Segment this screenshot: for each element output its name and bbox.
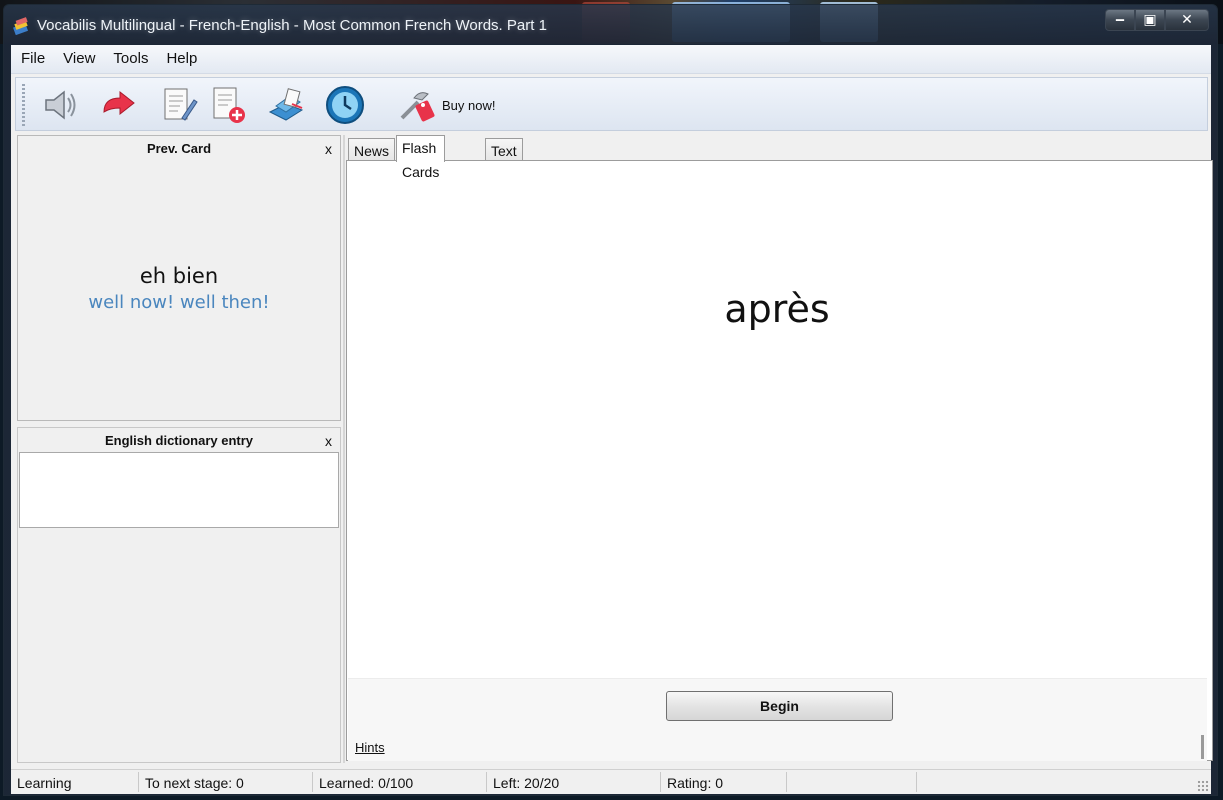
books-icon — [268, 88, 304, 121]
dictionary-close-button[interactable]: x — [325, 428, 332, 454]
dictionary-button[interactable] — [266, 84, 308, 126]
prev-card-translation: well now! well then! — [88, 292, 270, 313]
status-mode: Learning — [11, 772, 139, 792]
minimize-button[interactable]: ‒ — [1105, 9, 1135, 31]
status-empty-cell — [787, 772, 917, 792]
resize-grip[interactable] — [1197, 780, 1209, 792]
hints-link[interactable]: Hints — [355, 740, 385, 755]
maximize-button[interactable]: ▣ — [1135, 9, 1165, 31]
menu-view[interactable]: View — [55, 45, 103, 73]
arrow-icon — [103, 90, 135, 116]
close-icon: ✕ — [1181, 12, 1193, 28]
menu-bar: File View Tools Help — [11, 45, 1211, 74]
flash-card-panel: après Begin Hints — [346, 160, 1213, 761]
menu-tools[interactable]: Tools — [105, 45, 156, 73]
client-area: File View Tools Help Buy now! Prev. Card… — [11, 45, 1213, 794]
begin-button[interactable]: Begin — [666, 691, 893, 721]
add-card-button[interactable] — [208, 84, 250, 126]
menu-help[interactable]: Help — [158, 45, 205, 73]
next-button[interactable] — [98, 84, 140, 126]
prev-card-close-button[interactable]: x — [325, 136, 332, 162]
card-controls: Begin Hints — [348, 678, 1207, 761]
close-button[interactable]: ✕ — [1165, 9, 1209, 31]
window-controls: ‒ ▣ ✕ — [1105, 9, 1209, 31]
tab-flash-cards[interactable]: Flash Cards — [396, 135, 446, 180]
panel-splitter[interactable] — [343, 135, 345, 763]
status-left: Left: 20/20 — [487, 772, 661, 792]
speaker-icon — [45, 90, 76, 120]
buy-now-label: Buy now! — [442, 97, 496, 113]
status-rating: Rating: 0 — [661, 772, 787, 792]
tools-tag-icon — [400, 92, 435, 122]
tab-news[interactable]: News — [348, 138, 396, 161]
maximize-icon: ▣ — [1143, 12, 1157, 28]
status-next-stage: To next stage: 0 — [139, 772, 313, 792]
edit-card-button[interactable] — [158, 84, 200, 126]
prev-card-panel: Prev. Card x eh bien well now! well then… — [17, 135, 341, 421]
toolbar-grip[interactable] — [22, 84, 25, 126]
window-title: Vocabilis Multilingual - French-English … — [37, 17, 547, 34]
tab-text[interactable]: Text — [485, 138, 523, 161]
status-learned: Learned: 0/100 — [313, 772, 487, 792]
toolbar: Buy now! — [15, 77, 1208, 131]
prev-card-title: Prev. Card — [146, 141, 212, 156]
prev-card-word: eh bien — [139, 264, 219, 288]
clock-icon — [326, 86, 364, 124]
buy-now-button[interactable]: Buy now! — [396, 84, 495, 126]
card-word: après — [724, 287, 830, 331]
app-window: Vocabilis Multilingual - French-English … — [3, 4, 1218, 796]
speak-button[interactable] — [38, 84, 80, 126]
dictionary-title: English dictionary entry — [104, 433, 254, 448]
scrollbar[interactable] — [1201, 735, 1204, 759]
schedule-button[interactable] — [324, 84, 366, 126]
dictionary-entry-box[interactable] — [19, 452, 339, 528]
edit-document-icon — [164, 88, 198, 121]
add-document-icon — [213, 87, 245, 123]
title-bar[interactable]: Vocabilis Multilingual - French-English … — [4, 5, 1217, 45]
dictionary-panel: English dictionary entry x — [17, 427, 341, 763]
minimize-icon: ‒ — [1115, 12, 1125, 28]
status-bar: Learning To next stage: 0 Learned: 0/100… — [11, 769, 1211, 794]
app-logo-icon — [13, 17, 29, 35]
menu-file[interactable]: File — [13, 45, 53, 73]
